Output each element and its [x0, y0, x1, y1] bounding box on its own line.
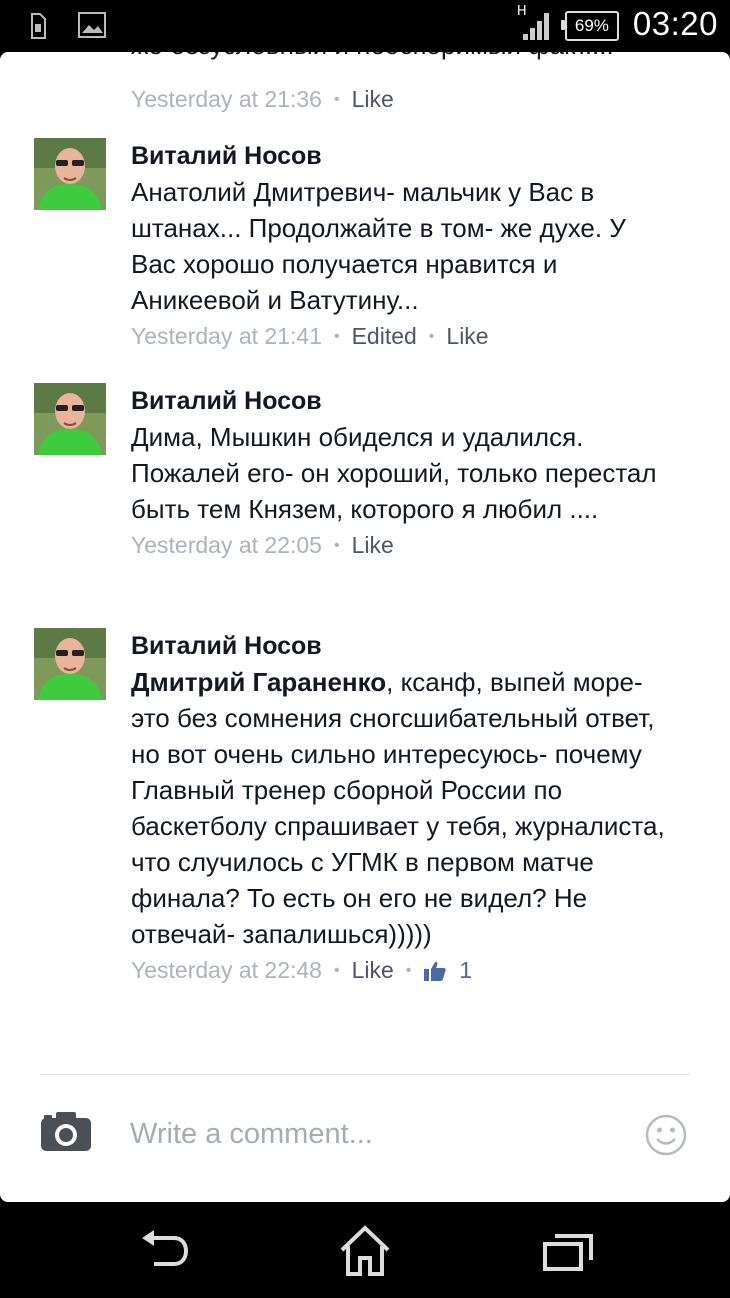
comment-author[interactable]: Виталий Носов	[131, 628, 671, 664]
status-left-icons	[28, 12, 106, 45]
comment-meta: Yesterday at 22:48 • Like • 1	[131, 957, 671, 984]
like-count-value: 1	[459, 957, 473, 983]
clock: 03:20	[632, 5, 718, 42]
status-bar: H 69% 03:20	[0, 0, 730, 52]
sim-card-icon	[28, 12, 48, 45]
comment-time: Yesterday at 21:36	[131, 86, 322, 112]
separator-dot: •	[333, 327, 340, 345]
separator-dot: •	[428, 327, 435, 345]
home-icon[interactable]	[338, 1224, 392, 1283]
back-icon[interactable]	[138, 1224, 190, 1279]
comment-meta: Yesterday at 22:05 • Like	[131, 532, 671, 559]
comment-text: Дмитрий Гараненко, ксанф, выпей море- эт…	[131, 664, 671, 952]
comment-time: Yesterday at 22:48	[131, 957, 322, 983]
separator-dot: •	[405, 961, 412, 979]
comment-time: Yesterday at 21:41	[131, 323, 322, 349]
battery-percent: 69%	[574, 16, 609, 35]
comment-text-body: , ксанф, выпей море- это без сомнения сн…	[131, 667, 665, 949]
separator-dot: •	[333, 536, 340, 554]
avatar[interactable]	[34, 383, 106, 455]
like-count[interactable]: 1	[423, 957, 472, 984]
navigation-bar	[0, 1202, 730, 1298]
like-button[interactable]: Like	[352, 532, 394, 559]
mentioned-user-link[interactable]: Дмитрий Гараненко	[131, 667, 386, 697]
comment-composer	[0, 1092, 730, 1182]
image-icon	[78, 12, 106, 45]
comment-author[interactable]: Виталий Носов	[131, 138, 671, 174]
like-button[interactable]: Like	[352, 957, 394, 984]
edited-link[interactable]: Edited	[352, 323, 417, 350]
signal-strength-icon: H	[517, 4, 551, 44]
comment-input[interactable]	[130, 1114, 610, 1154]
separator-dot: •	[333, 961, 340, 979]
comment-time: Yesterday at 22:05	[131, 532, 322, 558]
comments-panel: же безусловный и неоспоримый факт.... Ye…	[0, 52, 730, 1202]
previous-comment-text: же безусловный и неоспоримый факт....	[131, 52, 614, 61]
divider	[40, 1074, 690, 1075]
recent-apps-icon[interactable]	[543, 1232, 593, 1277]
comment-text: Дима, Мышкин обиделся и удалился. Пожале…	[131, 422, 657, 524]
battery-indicator: 69%	[560, 11, 619, 41]
comment-author[interactable]: Виталий Носов	[131, 383, 671, 419]
thumbs-up-icon	[424, 961, 447, 981]
separator-dot: •	[333, 90, 340, 108]
like-button[interactable]: Like	[352, 86, 394, 113]
comment-meta: Yesterday at 21:41 • Edited • Like	[131, 323, 671, 350]
comment-text: Анатолий Дмитревич- мальчик у Вас в штан…	[131, 177, 626, 315]
like-button[interactable]: Like	[446, 323, 488, 350]
camera-icon[interactable]	[40, 1110, 92, 1157]
avatar[interactable]	[34, 138, 106, 210]
avatar[interactable]	[34, 628, 106, 700]
emoji-icon[interactable]	[645, 1114, 687, 1161]
previous-comment-meta: Yesterday at 21:36 • Like	[131, 86, 394, 113]
